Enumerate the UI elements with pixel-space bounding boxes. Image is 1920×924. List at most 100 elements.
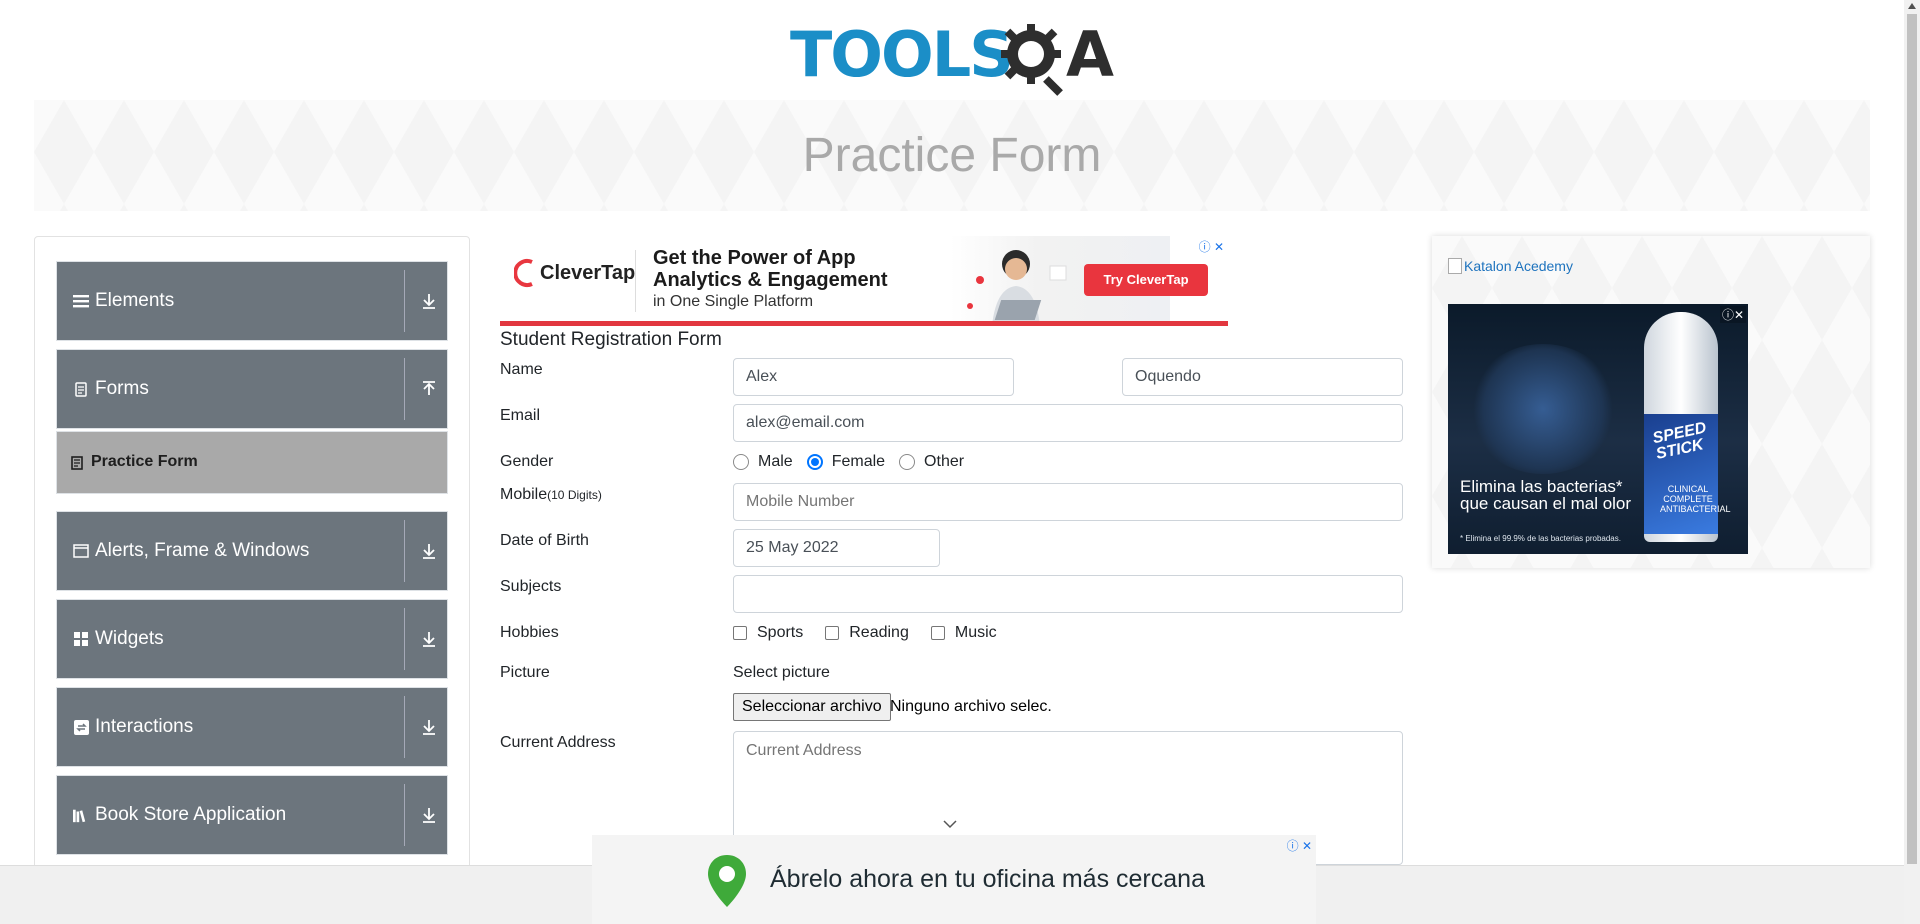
download-arrow-icon[interactable] — [419, 291, 439, 311]
gender-label: Gender — [500, 453, 554, 470]
broken-image-icon — [1448, 258, 1462, 274]
gender-male-option[interactable]: Male — [733, 453, 793, 471]
sidebar-group-elements[interactable]: Elements — [56, 261, 448, 341]
checkbox[interactable] — [825, 626, 840, 640]
hobbies-checkbox-group: Sports Reading Music — [733, 624, 1011, 642]
toolsqa-logo[interactable]: TOOLS A — [790, 14, 1120, 96]
ad-headline: Elimina las bacterias* que causan el mal… — [1460, 477, 1632, 513]
interaction-icon — [73, 719, 89, 735]
option-label: Other — [924, 453, 965, 470]
divider — [404, 608, 405, 670]
choose-file-button[interactable]: Seleccionar archivo — [733, 693, 891, 721]
radio-button[interactable] — [733, 454, 749, 470]
sidebar-group-alerts[interactable]: Alerts, Frame & Windows — [56, 511, 448, 591]
sidebar-group-label: Book Store Application — [95, 804, 287, 825]
checkbox[interactable] — [930, 626, 945, 640]
books-icon — [73, 807, 89, 823]
ad-fine-print: * Elimina el 99.9% de las bacterias prob… — [1460, 534, 1621, 543]
file-status: Ninguno archivo selec. — [890, 698, 1052, 715]
option-label: Music — [954, 624, 997, 641]
gear-magnifier-icon — [1001, 24, 1063, 96]
option-label: Male — [758, 453, 793, 470]
sidebar-group-interactions[interactable]: Interactions — [56, 687, 448, 767]
ad-brand: CleverTap — [540, 261, 636, 284]
email-input[interactable]: alex@email.com — [733, 404, 1403, 442]
ad-headline: Get the Power of App Analytics & Engagem… — [653, 247, 888, 291]
download-arrow-icon[interactable] — [419, 541, 439, 561]
date-of-birth-input[interactable]: 25 May 2022 — [733, 529, 940, 567]
download-arrow-icon[interactable] — [419, 629, 439, 649]
picture-label: Picture — [500, 664, 550, 681]
mobile-input[interactable]: Mobile Number — [733, 483, 1403, 521]
divider — [404, 520, 405, 582]
name-label: Name — [500, 361, 543, 378]
ad-banner-top[interactable]: CleverTap Get the Power of App Analytics… — [500, 236, 1228, 326]
page-title: Practice Form — [802, 129, 1102, 182]
window-icon — [73, 543, 89, 559]
sidebar-group-book-store[interactable]: Book Store Application — [56, 775, 448, 855]
grid-icon — [73, 631, 89, 647]
ad-product-name: CLINICAL COMPLETE ANTIBACTERIAL — [1660, 484, 1731, 514]
ad-close-icon[interactable]: ⓘ ✕ — [1287, 837, 1312, 854]
scroll-up-arrow-icon[interactable] — [1908, 3, 1916, 9]
gender-female-option[interactable]: Female — [806, 453, 886, 471]
sidebar-item-label: Practice Form — [91, 453, 198, 470]
divider — [404, 784, 405, 846]
sidebar-group-label: Alerts, Frame & Windows — [95, 540, 310, 561]
ad-close-icon[interactable]: ⓘ✕ — [1719, 306, 1746, 323]
hobbies-label: Hobbies — [500, 624, 559, 641]
divider — [404, 696, 405, 758]
divider — [404, 358, 405, 420]
email-label: Email — [500, 407, 541, 424]
hobby-sports-option[interactable]: Sports — [733, 624, 803, 642]
address-label: Current Address — [500, 734, 616, 751]
ad-text: Ábrelo ahora en tu oficina más cercana — [770, 865, 1205, 893]
option-label: Female — [831, 453, 886, 470]
first-name-input[interactable]: Alex — [733, 358, 1014, 396]
logo-a: A — [1066, 18, 1114, 91]
ad-sidebar-right: Katalon Acedemy SPEED STICK CLINICAL COM… — [1432, 236, 1870, 568]
upload-arrow-icon[interactable] — [419, 379, 439, 399]
sidebar-item-practice-form[interactable]: Practice Form — [56, 431, 448, 494]
radio-button[interactable] — [806, 454, 823, 470]
katalon-academy-link[interactable]: Katalon Acedemy — [1448, 258, 1573, 274]
ad-close-icon[interactable]: ⓘ ✕ — [1199, 238, 1224, 255]
divider — [635, 250, 636, 312]
mobile-hint: (10 Digits) — [547, 488, 602, 502]
logo-text: TOOLS — [790, 18, 1014, 91]
ad-cta-button[interactable]: Try CleverTap — [1084, 264, 1208, 296]
option-label: Sports — [757, 624, 804, 641]
hobby-reading-option[interactable]: Reading — [825, 624, 909, 642]
mobile-label: Mobile(10 Digits) — [500, 486, 602, 503]
download-arrow-icon[interactable] — [419, 717, 439, 737]
form-icon — [71, 456, 83, 470]
scrollbar-thumb[interactable] — [1907, 14, 1917, 864]
gender-other-option[interactable]: Other — [899, 453, 964, 471]
hobby-music-option[interactable]: Music — [930, 624, 997, 642]
subjects-label: Subjects — [500, 578, 562, 595]
chevron-down-icon[interactable] — [940, 818, 960, 830]
ad-banner-bottom[interactable]: Ábrelo ahora en tu oficina más cercana ⓘ… — [592, 835, 1316, 924]
radio-button[interactable] — [899, 454, 916, 470]
location-pin-icon — [708, 855, 746, 907]
sidebar-group-forms[interactable]: Forms — [56, 349, 448, 429]
divider — [404, 270, 405, 332]
sidebar-group-label: Interactions — [95, 716, 194, 737]
gender-radio-group: Male Female Other — [733, 453, 978, 471]
page-scrollbar[interactable] — [1904, 0, 1920, 924]
last-name-input[interactable]: Oquendo — [1122, 358, 1403, 396]
sidebar-group-label: Forms — [95, 378, 149, 399]
subjects-input[interactable] — [733, 575, 1403, 613]
sidebar-group-widgets[interactable]: Widgets — [56, 599, 448, 679]
ad-subline: in One Single Platform — [653, 293, 814, 310]
sidebar-group-label: Widgets — [95, 628, 164, 649]
link-text: Katalon Acedemy — [1464, 258, 1573, 274]
clevertap-logo: CleverTap — [514, 258, 635, 288]
checkbox[interactable] — [733, 626, 747, 640]
form-title: Student Registration Form — [500, 329, 722, 350]
download-arrow-icon[interactable] — [419, 805, 439, 825]
select-picture-label: Select picture — [733, 664, 830, 681]
speed-stick-ad[interactable]: SPEED STICK CLINICAL COMPLETE ANTIBACTER… — [1448, 304, 1748, 554]
sidebar-group-label: Elements — [95, 290, 175, 311]
hamburger-icon — [73, 293, 89, 309]
